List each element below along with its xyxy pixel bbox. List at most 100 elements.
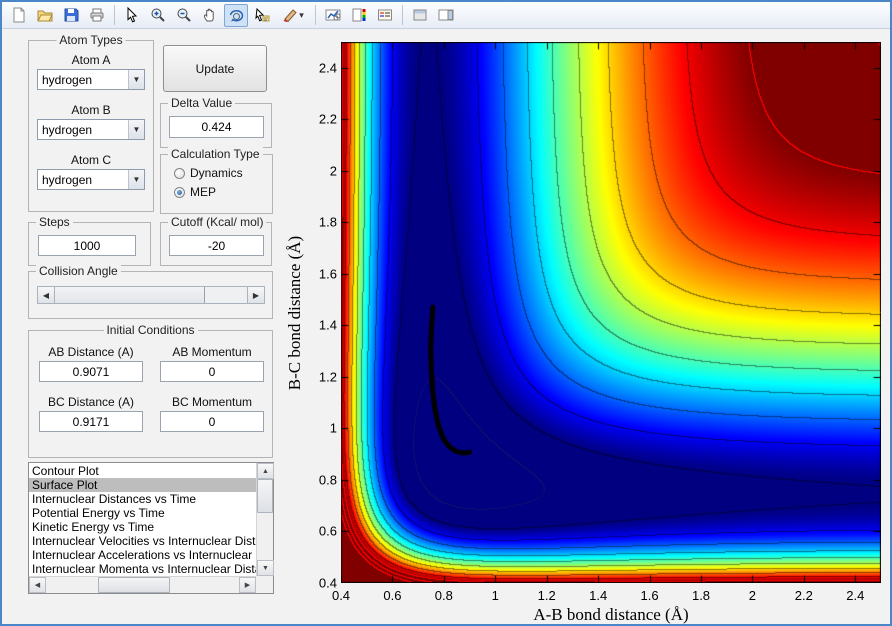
zoom-out-icon bbox=[176, 7, 192, 23]
print-figure-button[interactable] bbox=[85, 4, 109, 27]
delta-value-input[interactable] bbox=[169, 116, 264, 138]
ab-distance-input[interactable] bbox=[39, 361, 143, 382]
slider-left-arrow-icon[interactable]: ◀ bbox=[38, 287, 55, 303]
atom-a-dropdown-value: hydrogen bbox=[42, 73, 93, 87]
dropdown-caret-icon[interactable]: ▾ bbox=[299, 10, 304, 21]
edit-plot-icon bbox=[124, 7, 140, 23]
plot-list-item[interactable]: Internuclear Velocities vs Internuclear … bbox=[29, 534, 256, 548]
link-plot-button[interactable] bbox=[321, 4, 345, 27]
scroll-down-icon[interactable]: ▼ bbox=[257, 560, 274, 576]
dropdown-arrow-icon[interactable]: ▼ bbox=[128, 170, 144, 189]
y-tick-label: 0.6 bbox=[318, 523, 337, 539]
insert-colorbar-button[interactable] bbox=[347, 4, 371, 27]
bc-momentum-input[interactable] bbox=[160, 411, 264, 432]
pan-icon bbox=[202, 7, 218, 23]
brush-data-icon bbox=[282, 7, 298, 23]
insert-legend-icon bbox=[377, 7, 393, 23]
y-tick-label: 1.6 bbox=[318, 266, 337, 282]
cutoff-title: Cutoff (Kcal/ mol) bbox=[168, 215, 267, 229]
insert-colorbar-icon bbox=[351, 7, 367, 23]
vertical-scroll-thumb[interactable] bbox=[257, 479, 273, 513]
y-tick-label: 0.4 bbox=[318, 575, 337, 591]
mep-radio-icon[interactable] bbox=[174, 186, 185, 198]
x-tick-label: 2.4 bbox=[846, 588, 865, 603]
atom-types-title: Atom Types bbox=[56, 33, 126, 47]
scroll-left-icon[interactable]: ◀ bbox=[29, 577, 46, 593]
collision-angle-slider[interactable]: ◀ ▶ bbox=[37, 286, 265, 304]
contour-plot-axes: A-B bond distance (Å) B-C bond distance … bbox=[285, 42, 881, 624]
y-tick-label: 1 bbox=[329, 420, 337, 436]
save-figure-button[interactable] bbox=[59, 4, 83, 27]
open-file-icon bbox=[37, 7, 53, 23]
atom-types-panel: Atom Types Atom A hydrogen ▼ Atom B hydrogen… bbox=[28, 33, 154, 212]
listbox-horizontal-scrollbar[interactable]: ◀ ▶ bbox=[29, 576, 256, 593]
data-cursor-button[interactable] bbox=[250, 4, 274, 27]
plot-list-item[interactable]: Surface Plot bbox=[29, 478, 256, 492]
horizontal-scroll-thumb[interactable] bbox=[98, 577, 170, 593]
slider-thumb[interactable] bbox=[55, 287, 205, 303]
atom-c-dropdown-value: hydrogen bbox=[42, 173, 93, 187]
dropdown-arrow-icon[interactable]: ▼ bbox=[128, 120, 144, 139]
bc-distance-input[interactable] bbox=[39, 411, 143, 432]
potential-energy-surface-plot[interactable] bbox=[341, 42, 881, 583]
cutoff-input[interactable] bbox=[169, 235, 264, 256]
steps-input[interactable] bbox=[38, 235, 136, 256]
rotate-3d-button[interactable] bbox=[224, 3, 248, 27]
dynamics-radio[interactable]: Dynamics bbox=[174, 166, 243, 180]
mep-radio[interactable]: MEP bbox=[174, 185, 216, 199]
x-tick-label: 1.2 bbox=[537, 588, 556, 603]
initial-conditions-title: Initial Conditions bbox=[103, 323, 198, 337]
insert-legend-button[interactable] bbox=[373, 4, 397, 27]
atom-c-dropdown[interactable]: hydrogen ▼ bbox=[37, 169, 145, 190]
x-tick-label: 1.6 bbox=[640, 588, 659, 603]
data-cursor-icon bbox=[254, 7, 270, 23]
brush-data-button[interactable]: ▾ bbox=[276, 4, 310, 27]
ab-momentum-input[interactable] bbox=[160, 361, 264, 382]
hide-plot-tools-icon bbox=[412, 7, 428, 23]
slider-right-arrow-icon[interactable]: ▶ bbox=[247, 287, 264, 303]
scrollbar-corner bbox=[256, 576, 273, 593]
x-tick-label: 1.8 bbox=[691, 588, 711, 603]
y-tick-label: 2 bbox=[329, 163, 337, 179]
delta-value-title: Delta Value bbox=[168, 96, 236, 110]
plot-list-item[interactable]: Potential Energy vs Time bbox=[29, 506, 256, 520]
x-tick-label: 2 bbox=[748, 588, 757, 603]
pan-button[interactable] bbox=[198, 4, 222, 27]
zoom-in-icon bbox=[150, 7, 166, 23]
atom-a-dropdown[interactable]: hydrogen ▼ bbox=[37, 69, 145, 90]
steps-title: Steps bbox=[36, 215, 73, 229]
plot-list-item[interactable]: Kinetic Energy vs Time bbox=[29, 520, 256, 534]
figure-window: ▾ Atom Types Atom A hydrogen ▼ Atom B hydrog… bbox=[0, 0, 892, 626]
open-file-button[interactable] bbox=[33, 4, 57, 27]
dynamics-radio-icon[interactable] bbox=[174, 167, 185, 179]
plot-list-item[interactable]: Contour Plot bbox=[29, 464, 256, 478]
atom-b-label: Atom B bbox=[71, 103, 111, 117]
scroll-right-icon[interactable]: ▶ bbox=[239, 577, 256, 593]
new-figure-button[interactable] bbox=[7, 4, 31, 27]
plot-list-item[interactable]: Internuclear Momenta vs Internuclear Dis… bbox=[29, 562, 256, 576]
collision-angle-panel: Collision Angle ◀ ▶ bbox=[28, 264, 273, 319]
initial-conditions-panel: Initial Conditions AB Distance (A) AB Mom… bbox=[28, 323, 273, 458]
zoom-out-button[interactable] bbox=[172, 4, 196, 27]
scroll-up-icon[interactable]: ▲ bbox=[257, 463, 274, 479]
x-tick-label: 2.2 bbox=[794, 588, 813, 603]
zoom-in-button[interactable] bbox=[146, 4, 170, 27]
listbox-vertical-scrollbar[interactable]: ▲ ▼ bbox=[256, 463, 274, 576]
y-tick-label: 2.2 bbox=[318, 111, 337, 127]
x-tick-label: 0.8 bbox=[434, 588, 453, 603]
update-button[interactable]: Update bbox=[163, 45, 267, 92]
x-tick-label: 1.4 bbox=[589, 588, 608, 603]
y-tick-label: 1.4 bbox=[318, 317, 337, 333]
atom-b-dropdown-value: hydrogen bbox=[42, 123, 93, 137]
plot-list-item[interactable]: Internuclear Accelerations vs Internucle… bbox=[29, 548, 256, 562]
hide-plot-tools-button[interactable] bbox=[408, 4, 432, 27]
show-plot-tools-button[interactable] bbox=[434, 4, 458, 27]
dropdown-arrow-icon[interactable]: ▼ bbox=[128, 70, 144, 89]
figure-toolbar: ▾ bbox=[2, 2, 890, 29]
atom-b-dropdown[interactable]: hydrogen ▼ bbox=[37, 119, 145, 140]
edit-plot-button[interactable] bbox=[120, 4, 144, 27]
rotate-3d-icon bbox=[228, 7, 244, 23]
plot-list-item[interactable]: Internuclear Distances vs Time bbox=[29, 492, 256, 506]
slider-track[interactable] bbox=[55, 287, 247, 303]
collision-angle-title: Collision Angle bbox=[36, 264, 121, 278]
